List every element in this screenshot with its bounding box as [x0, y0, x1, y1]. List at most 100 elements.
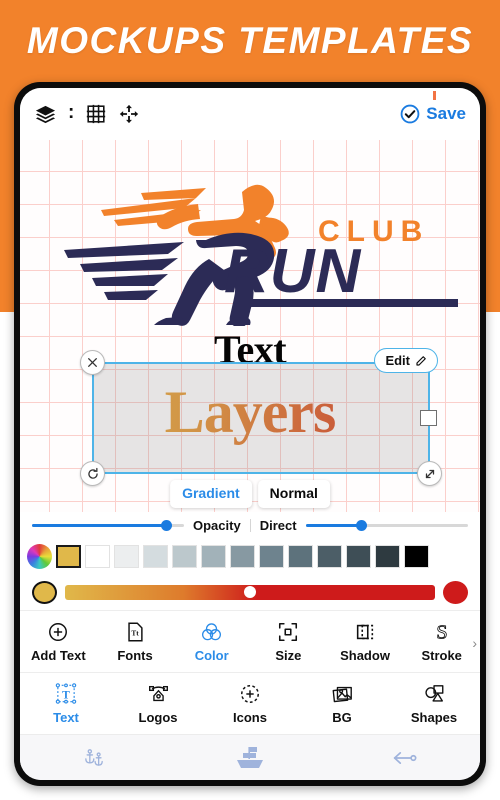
- toolbar-row-object-tools: T Text Logos Icons BG Shapes: [20, 672, 480, 734]
- opacity-slider-knob[interactable]: [160, 520, 172, 531]
- check-circle-icon: [399, 103, 421, 125]
- tool-logos[interactable]: Logos: [112, 683, 204, 725]
- save-button[interactable]: Save: [399, 103, 466, 125]
- edit-label: Edit: [385, 353, 410, 368]
- tool-shapes[interactable]: Shapes: [388, 683, 480, 725]
- stroke-s-icon: S: [431, 620, 453, 643]
- swatch[interactable]: [85, 545, 110, 568]
- swatch[interactable]: [259, 545, 284, 568]
- tool-size[interactable]: Size: [250, 621, 327, 663]
- bottom-navigation-bar: [20, 734, 480, 780]
- color-circles-icon: [200, 621, 223, 643]
- tool-add-text-label: Add Text: [31, 647, 86, 663]
- tool-text[interactable]: T Text: [20, 682, 112, 725]
- swatch[interactable]: [172, 545, 197, 568]
- shapes-icon: [423, 683, 446, 705]
- anchors-icon[interactable]: [81, 746, 111, 770]
- tool-stroke-label: Stroke: [421, 648, 462, 663]
- gradient-slider[interactable]: [65, 584, 435, 600]
- tool-logos-label: Logos: [138, 709, 178, 725]
- layers-icon[interactable]: [34, 103, 57, 126]
- logo-run-underline: [236, 299, 458, 307]
- resize-side-handle[interactable]: [420, 410, 437, 426]
- tool-fonts-label: Fonts: [117, 647, 153, 663]
- gradient-start-color[interactable]: [32, 580, 57, 604]
- tool-color[interactable]: Color: [173, 621, 250, 663]
- vector-pen-icon: [147, 683, 170, 705]
- tool-shadow-label: Shadow: [340, 647, 390, 663]
- toolbar-row-text-tools: Add Text Tt Fonts Color Size Shadow S St…: [20, 610, 480, 672]
- edit-button[interactable]: Edit: [374, 348, 438, 373]
- tool-shadow[interactable]: Shadow: [327, 621, 404, 663]
- plus-circle-icon: [47, 621, 69, 643]
- app-toolbar: : Save: [20, 88, 480, 140]
- tool-bg[interactable]: BG: [296, 683, 388, 725]
- tab-gradient[interactable]: Gradient: [170, 480, 252, 508]
- color-swatch-row: [20, 539, 480, 574]
- design-canvas[interactable]: CLUB RUN Text Layers Edit Gradient Norma…: [20, 140, 480, 512]
- swatch[interactable]: [201, 545, 226, 568]
- swatch[interactable]: [230, 545, 255, 568]
- tool-shapes-label: Shapes: [410, 709, 458, 725]
- tool-add-text[interactable]: Add Text: [20, 621, 97, 663]
- app-toolbar-left-group: :: [34, 103, 140, 126]
- svg-text:T: T: [62, 689, 70, 701]
- pencil-icon: [415, 355, 427, 367]
- resize-diagonal-icon[interactable]: [417, 461, 442, 486]
- direct-slider[interactable]: [305, 519, 468, 533]
- tool-icons[interactable]: Icons: [204, 683, 296, 725]
- swatch[interactable]: [143, 545, 168, 568]
- selection-box[interactable]: Edit: [80, 348, 442, 486]
- resize-size-icon: [277, 621, 299, 643]
- svg-text:Tt: Tt: [131, 628, 139, 637]
- chevron-right-icon[interactable]: ›: [472, 635, 477, 651]
- tab-normal[interactable]: Normal: [257, 480, 330, 508]
- gradient-end-color[interactable]: [443, 580, 468, 604]
- rotate-icon[interactable]: [80, 461, 105, 486]
- icons-plus-icon: [239, 683, 261, 705]
- swatch[interactable]: [114, 545, 139, 568]
- save-label: Save: [426, 104, 466, 123]
- toolbar-separator-dots: :: [68, 102, 75, 123]
- opacity-slider[interactable]: [32, 519, 184, 533]
- swatch[interactable]: [375, 545, 400, 568]
- opacity-slider-fill: [32, 524, 166, 527]
- gradient-mode-tabs: Gradient Normal: [170, 480, 330, 508]
- swatch[interactable]: [404, 545, 429, 568]
- swatch-selected[interactable]: [56, 545, 81, 568]
- swatch[interactable]: [346, 545, 371, 568]
- logo-run-text: RUN: [224, 237, 362, 306]
- text-selection-icon: T: [54, 682, 78, 705]
- tool-size-label: Size: [275, 647, 302, 663]
- tool-text-label: Text: [53, 710, 79, 725]
- ship-icon[interactable]: [233, 745, 267, 771]
- phone-frame: : Save CLUB RUN Text Layers Edit Gradien…: [14, 82, 486, 786]
- slider-row: Opacity Direct: [20, 512, 480, 539]
- gradient-bar-row: [20, 574, 480, 610]
- opacity-label: Opacity: [193, 518, 241, 533]
- back-arrow-icon[interactable]: [389, 747, 419, 769]
- shadow-square-icon: [354, 621, 376, 643]
- tool-bg-label: BG: [332, 709, 352, 725]
- close-icon[interactable]: [80, 350, 105, 375]
- tool-fonts[interactable]: Tt Fonts: [97, 621, 174, 663]
- font-file-icon: Tt: [124, 621, 146, 643]
- svg-text:S: S: [436, 621, 447, 643]
- status-notch-mark: [433, 91, 436, 100]
- app-root: MOCKUPS TEMPLATES : Save CLUB RUN Text L…: [0, 0, 500, 800]
- phone-screen: : Save CLUB RUN Text Layers Edit Gradien…: [20, 88, 480, 780]
- tool-icons-label: Icons: [233, 709, 267, 725]
- grid-icon[interactable]: [85, 103, 107, 125]
- direct-label: Direct: [259, 518, 297, 533]
- move-icon[interactable]: [118, 103, 140, 125]
- direct-slider-fill: [305, 524, 361, 527]
- direct-slider-knob[interactable]: [355, 520, 367, 531]
- page-title: MOCKUPS TEMPLATES: [26, 20, 474, 61]
- tool-color-label: Color: [194, 647, 229, 663]
- gradient-slider-knob[interactable]: [244, 586, 256, 598]
- color-wheel-icon[interactable]: [27, 544, 52, 569]
- logo-artwork[interactable]: CLUB RUN: [46, 158, 458, 328]
- tool-stroke[interactable]: S Stroke: [403, 620, 480, 663]
- swatch[interactable]: [317, 545, 342, 568]
- swatch[interactable]: [288, 545, 313, 568]
